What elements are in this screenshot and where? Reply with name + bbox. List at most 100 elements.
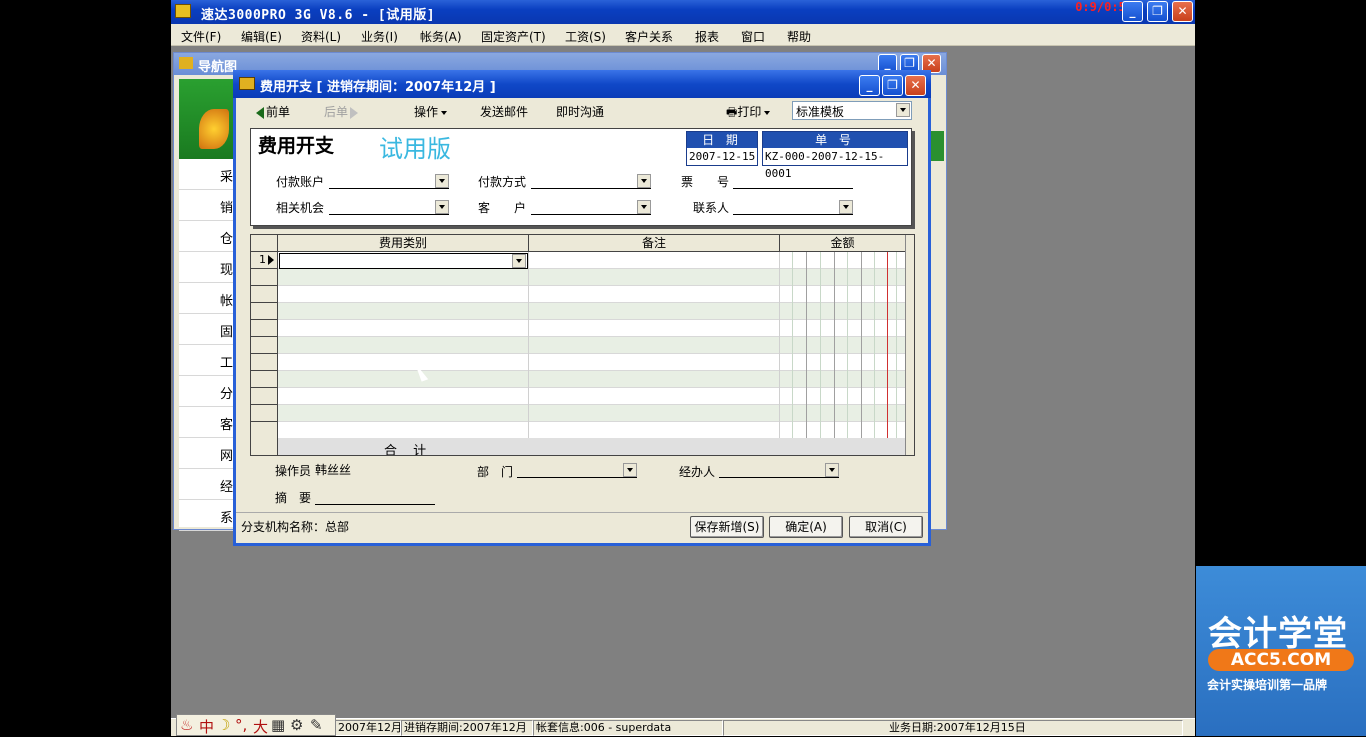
menu-fixed-assets[interactable]: 固定资产(T) <box>481 28 546 45</box>
table-row[interactable] <box>278 405 906 422</box>
table-row[interactable] <box>278 286 906 303</box>
row-header[interactable] <box>251 405 278 422</box>
menu-file[interactable]: 文件(F) <box>181 28 221 45</box>
row-header[interactable] <box>251 286 278 303</box>
menu-reports[interactable]: 报表 <box>695 28 719 45</box>
print-button[interactable]: 🖶打印 <box>726 103 771 124</box>
row-header-1[interactable]: 1 <box>251 252 278 269</box>
menu-edit[interactable]: 编辑(E) <box>241 28 282 45</box>
col-remark[interactable]: 备注 <box>529 235 780 252</box>
row-header[interactable] <box>251 303 278 320</box>
nav-item-sales[interactable]: 销 <box>179 190 239 221</box>
dropdown-icon[interactable] <box>435 174 449 188</box>
cancel-button[interactable]: 取消(C) <box>849 516 923 538</box>
ime-moon-icon[interactable]: ☽ <box>217 716 230 734</box>
row-header[interactable] <box>251 388 278 405</box>
restore-button[interactable]: ❐ <box>1147 1 1168 22</box>
menu-window[interactable]: 窗口 <box>741 28 765 45</box>
row-header[interactable] <box>251 371 278 388</box>
close-button[interactable]: ✕ <box>1172 1 1193 22</box>
table-row[interactable] <box>278 422 906 439</box>
nav-item-warehouse[interactable]: 仓 <box>179 221 239 252</box>
dropdown-icon[interactable] <box>512 254 526 268</box>
template-select[interactable]: 标准模板 <box>792 101 912 120</box>
ok-button[interactable]: 确定(A) <box>769 516 843 538</box>
nav-item-customers[interactable]: 客 <box>179 407 239 438</box>
table-row[interactable] <box>278 337 906 354</box>
form-title: 费用开支 <box>258 135 335 157</box>
ime-settings-icon[interactable]: ⚙ <box>290 716 303 734</box>
nav-item-analysis[interactable]: 分 <box>179 376 239 407</box>
menu-data[interactable]: 资料(L) <box>301 28 341 45</box>
contact-field[interactable] <box>733 199 853 215</box>
ime-fullwidth-toggle[interactable]: 大 <box>253 716 268 737</box>
row-header[interactable] <box>251 354 278 371</box>
dropdown-icon[interactable] <box>435 200 449 214</box>
ime-toolbar[interactable]: ♨ 中 ☽ °, 大 ▦ ⚙ ✎ <box>176 714 336 736</box>
opportunity-field[interactable] <box>329 199 449 215</box>
send-email-button[interactable]: 发送邮件 <box>480 103 528 120</box>
table-row[interactable] <box>278 269 906 286</box>
template-dropdown-icon[interactable] <box>896 103 910 117</box>
pay-method-field[interactable] <box>531 173 651 189</box>
table-row[interactable] <box>278 354 906 371</box>
table-row[interactable] <box>278 320 906 337</box>
row-header[interactable] <box>251 320 278 337</box>
nav-item-manager[interactable]: 经 <box>179 469 239 500</box>
nav-item-system[interactable]: 系 <box>179 500 239 531</box>
dialog-restore-button[interactable]: ❐ <box>882 75 903 96</box>
table-row[interactable] <box>278 303 906 320</box>
next-button[interactable]: 后单 <box>324 103 359 120</box>
doc-no-value[interactable]: KZ-000-2007-12-15-0001 <box>763 148 907 180</box>
row-header[interactable] <box>251 337 278 354</box>
opportunity-label: 相关机会 <box>276 201 325 215</box>
ime-chinese-toggle[interactable]: 中 <box>199 716 214 737</box>
dept-field[interactable] <box>517 462 637 478</box>
nav-item-fixed-assets[interactable]: 固 <box>179 314 239 345</box>
menu-business[interactable]: 业务(I) <box>361 28 398 45</box>
status-biz-date: 业务日期:2007年12月15日 <box>723 720 1183 736</box>
ad-banner[interactable]: 会计学堂 ACC5.COM 会计实操培训第一品牌 <box>1196 566 1366 736</box>
menu-accounts[interactable]: 帐务(A) <box>420 28 462 45</box>
menu-help[interactable]: 帮助 <box>787 28 811 45</box>
grid-corner <box>251 235 278 252</box>
nav-item-network[interactable]: 网 <box>179 438 239 469</box>
save-new-button[interactable]: 保存新增(S) <box>690 516 764 538</box>
menu-payroll[interactable]: 工资(S) <box>565 28 606 45</box>
date-value[interactable]: 2007-12-15 <box>687 148 757 165</box>
minimize-button[interactable]: _ <box>1122 1 1143 22</box>
operate-menu[interactable]: 操作 <box>414 103 448 120</box>
customer-field[interactable] <box>531 199 651 215</box>
dialog-minimize-button[interactable]: _ <box>859 75 880 96</box>
dropdown-icon[interactable] <box>839 200 853 214</box>
grid-scrollbar[interactable] <box>905 235 914 455</box>
dialog-titlebar[interactable]: 费用开支 [ 进销存期间：2007年12月 ] _ ❐ ✕ <box>233 70 931 98</box>
expense-category-select[interactable] <box>279 253 528 269</box>
dropdown-icon[interactable] <box>637 174 651 188</box>
table-row[interactable] <box>278 371 906 388</box>
col-expense-category[interactable]: 费用类别 <box>278 235 529 252</box>
table-row[interactable] <box>278 388 906 405</box>
prev-button[interactable]: 前单 <box>256 103 290 120</box>
instant-chat-button[interactable]: 即时沟通 <box>556 103 604 120</box>
nav-item-payroll[interactable]: 工 <box>179 345 239 376</box>
app-titlebar[interactable]: 速达3000PRO 3G V8.6 - [试用版] 0:9/0:59 _ ❐ ✕ <box>171 0 1195 24</box>
nav-item-cash[interactable]: 现 <box>179 252 239 283</box>
keyboard-icon[interactable]: ▦ <box>271 716 285 734</box>
row-header[interactable] <box>251 269 278 286</box>
summary-field[interactable] <box>315 489 435 505</box>
dropdown-icon[interactable] <box>623 463 637 477</box>
menu-crm[interactable]: 客户关系 <box>625 28 673 45</box>
row-header[interactable] <box>251 422 278 455</box>
ime-menu-icon[interactable]: ✎ <box>310 716 323 734</box>
dialog-close-button[interactable]: ✕ <box>905 75 926 96</box>
col-amount[interactable]: 金额 <box>780 235 906 252</box>
pay-account-field[interactable] <box>329 173 449 189</box>
dropdown-icon[interactable] <box>637 200 651 214</box>
ime-punct-toggle[interactable]: °, <box>235 716 247 734</box>
nav-item-purchase[interactable]: 采 <box>179 159 239 190</box>
ticket-no-field[interactable] <box>733 173 853 189</box>
handler-field[interactable] <box>719 462 839 478</box>
dropdown-icon[interactable] <box>825 463 839 477</box>
nav-item-accounts[interactable]: 帐 <box>179 283 239 314</box>
